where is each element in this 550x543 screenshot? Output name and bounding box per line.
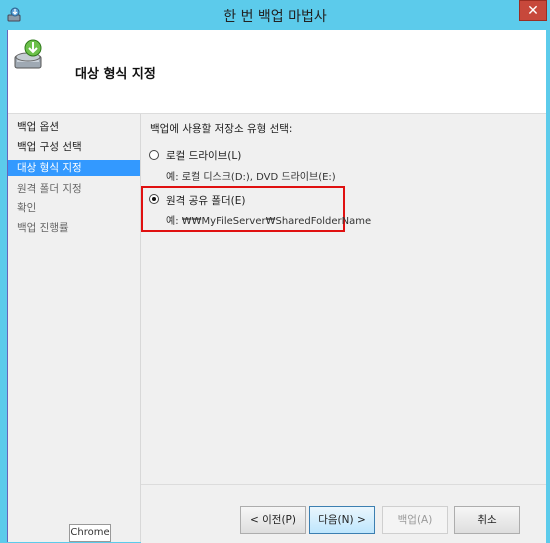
backup-drive-icon bbox=[13, 38, 49, 72]
local-drive-example: 예: 로컬 디스크(D:), DVD 드라이브(E:) bbox=[166, 172, 336, 183]
step-remote-folder[interactable]: 원격 폴더 지정 bbox=[8, 181, 140, 197]
window-title: 한 번 백업 마법사 bbox=[223, 9, 327, 25]
next-button[interactable]: 다음(N) > bbox=[309, 506, 375, 534]
cancel-button[interactable]: 취소 bbox=[454, 506, 520, 534]
wizard-header: 대상 형식 지정 bbox=[8, 30, 546, 114]
previous-button[interactable]: < 이전(P) bbox=[240, 506, 306, 534]
title-bar: 한 번 백업 마법사 ✕ bbox=[0, 0, 550, 30]
remote-share-example: 예: ₩₩MyFileServer₩SharedFolderName bbox=[166, 216, 372, 227]
chrome-taskbar-tooltip: Chrome bbox=[69, 524, 111, 542]
wizard-footer: < 이전(P) 다음(N) > 백업(A) 취소 bbox=[141, 484, 546, 543]
wizard-steps-sidebar: 백업 옵션 백업 구성 선택 대상 형식 지정 원격 폴더 지정 확인 백업 진… bbox=[8, 114, 141, 542]
step-backup-progress[interactable]: 백업 진행률 bbox=[8, 220, 140, 236]
step-backup-options[interactable]: 백업 옵션 bbox=[8, 119, 140, 135]
wizard-window: 대상 형식 지정 백업 옵션 백업 구성 선택 대상 형식 지정 원격 폴더 지… bbox=[7, 30, 546, 543]
backup-button[interactable]: 백업(A) bbox=[382, 506, 448, 534]
remote-share-radio[interactable] bbox=[149, 194, 159, 204]
step-confirmation[interactable]: 확인 bbox=[8, 200, 140, 216]
storage-type-instruction: 백업에 사용할 저장소 유형 선택: bbox=[150, 123, 293, 135]
page-title: 대상 형식 지정 bbox=[75, 67, 156, 82]
main-content: 백업에 사용할 저장소 유형 선택: 로컬 드라이브(L) 예: 로컬 디스크(… bbox=[141, 114, 546, 484]
close-button[interactable]: ✕ bbox=[519, 0, 547, 21]
step-select-config[interactable]: 백업 구성 선택 bbox=[8, 139, 140, 155]
remote-share-label[interactable]: 원격 공유 폴더(E) bbox=[166, 193, 245, 208]
step-destination-type[interactable]: 대상 형식 지정 bbox=[8, 160, 140, 176]
local-drive-label[interactable]: 로컬 드라이브(L) bbox=[166, 148, 241, 163]
local-drive-radio[interactable] bbox=[149, 150, 159, 160]
